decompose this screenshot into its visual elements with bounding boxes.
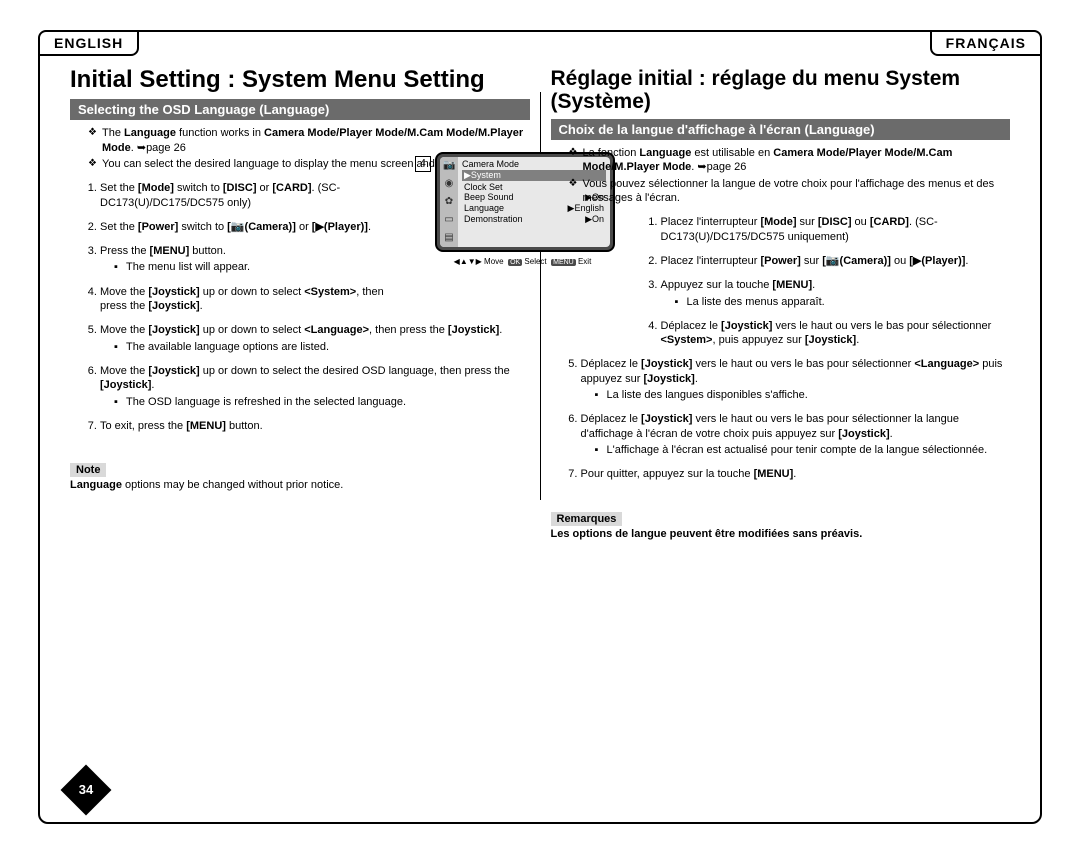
en-step-5: Move the [Joystick] up or down to select… — [100, 323, 530, 354]
fr-note-text: Les options de langue peuvent être modif… — [551, 528, 1011, 540]
english-column: Initial Setting : System Menu Setting Se… — [60, 42, 540, 540]
en-step-4: Move the [Joystick] up or down to select… — [100, 285, 400, 314]
en-intro-1: The Language function works in Camera Mo… — [88, 126, 530, 155]
en-step-2: Set the [Power] switch to [📷(Camera)] or… — [100, 220, 400, 234]
disc-icon: ◉ — [443, 178, 455, 190]
page-number: 34 — [68, 772, 104, 808]
fr-step-1: Placez l'interrupteur [Mode] sur [DISC] … — [661, 215, 1011, 244]
folder-icon: ▤ — [443, 232, 455, 244]
lang-tab-francais: FRANÇAIS — [930, 30, 1042, 56]
en-step-5-sub: The available language options are liste… — [114, 340, 530, 354]
fr-step-4: Déplacez le [Joystick] vers le haut ou v… — [661, 319, 1011, 348]
fr-step-3: Appuyez sur la touche [MENU]. La liste d… — [661, 278, 1011, 309]
card-icon: ▭ — [443, 214, 455, 226]
en-step-3-sub: The menu list will appear. — [114, 260, 400, 274]
en-step-3: Press the [MENU] button. The menu list w… — [100, 244, 400, 275]
en-step-1: Set the [Mode] switch to [DISC] or [CARD… — [100, 181, 400, 210]
french-column: Réglage initial : réglage du menu System… — [541, 42, 1021, 540]
fr-step-2: Placez l'interrupteur [Power] sur [📷(Cam… — [661, 254, 1011, 268]
fr-step-5-sub: La liste des langues disponibles s'affic… — [595, 388, 1011, 402]
en-step-6: Move the [Joystick] up or down to select… — [100, 364, 530, 409]
manual-page: ENGLISH FRANÇAIS Initial Setting : Syste… — [38, 30, 1042, 824]
osd-side-icons: 📷 ◉ ✿ ▭ ▤ — [440, 157, 458, 247]
lang-tab-english: ENGLISH — [38, 30, 139, 56]
fr-step-7: Pour quitter, appuyez sur la touche [MEN… — [581, 467, 1011, 481]
fr-intro-2: Vous pouvez sélectionner la langue de vo… — [569, 177, 1011, 206]
fr-title: Réglage initial : réglage du menu System… — [551, 67, 1011, 113]
fr-step-5: Déplacez le [Joystick] vers le haut ou v… — [581, 357, 1011, 402]
fr-note-label: Remarques — [551, 512, 623, 526]
osd-callout-number: 4 — [415, 156, 431, 172]
gear-icon: ✿ — [443, 196, 455, 208]
fr-intro-1: La fonction Language est utilisable en C… — [569, 146, 1011, 175]
fr-step-6: Déplacez le [Joystick] vers le haut ou v… — [581, 412, 1011, 457]
camera-icon: 📷 — [443, 160, 455, 172]
en-step-7: To exit, press the [MENU] button. — [100, 419, 530, 433]
fr-step-6-sub: L'affichage à l'écran est actualisé pour… — [595, 443, 1011, 457]
en-note-label: Note — [70, 463, 106, 477]
en-title: Initial Setting : System Menu Setting — [70, 67, 530, 93]
fr-step-3-sub: La liste des menus apparaît. — [675, 295, 1011, 309]
en-subhead: Selecting the OSD Language (Language) — [70, 99, 530, 120]
en-note-text: Language options may be changed without … — [70, 479, 530, 491]
en-step-6-sub: The OSD language is refreshed in the sel… — [114, 395, 530, 409]
fr-subhead: Choix de la langue d'affichage à l'écran… — [551, 119, 1011, 140]
